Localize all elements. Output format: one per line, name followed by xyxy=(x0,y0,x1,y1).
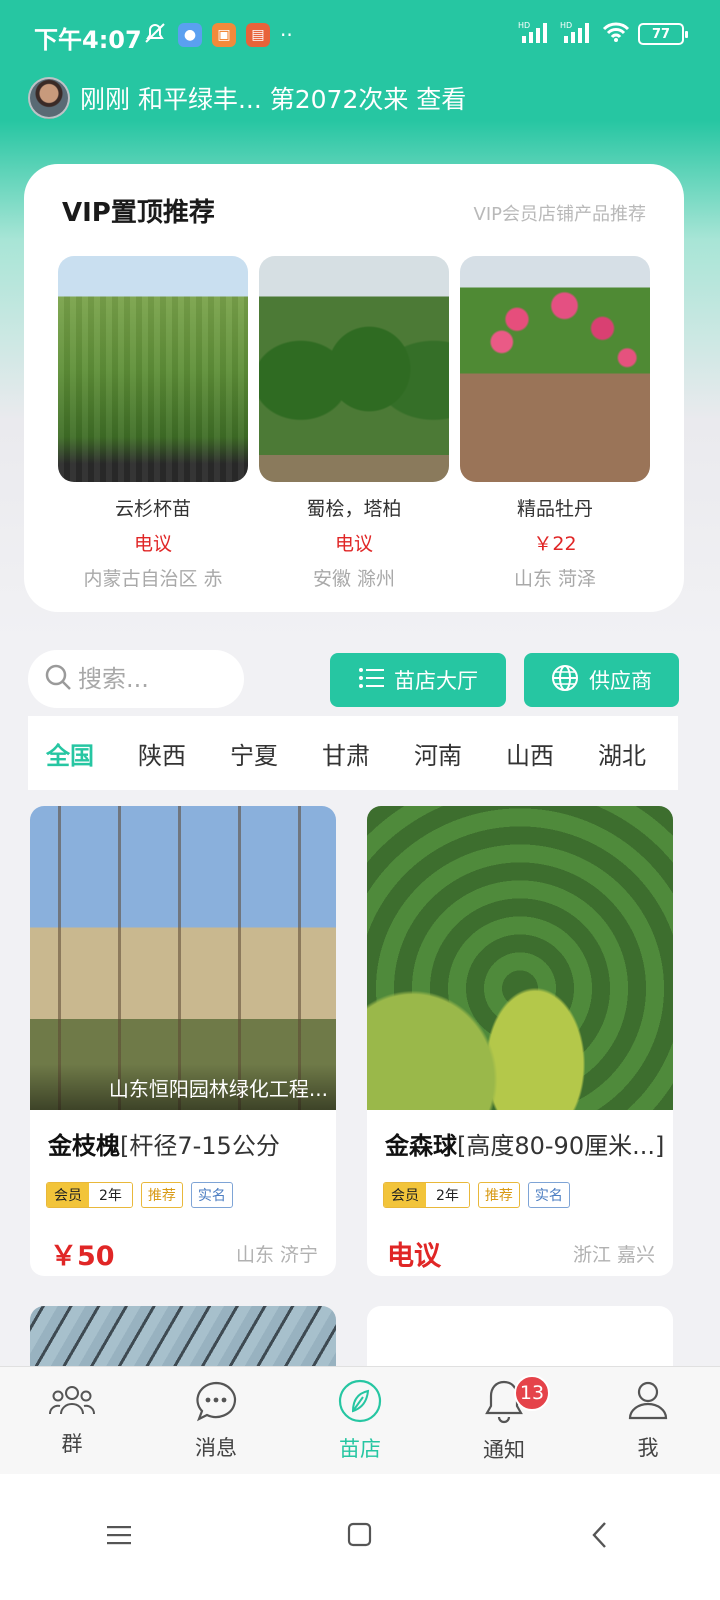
supplier-button[interactable]: 供应商 xyxy=(524,653,679,707)
vip-subtitle[interactable]: VIP会员店铺产品推荐 xyxy=(474,200,646,226)
home-button[interactable] xyxy=(240,1522,480,1552)
status-time: 下午4:07 xyxy=(34,26,142,54)
region-tab[interactable]: 湖北 xyxy=(598,736,646,771)
nav-item-shop[interactable]: 苗店 xyxy=(288,1367,432,1474)
product-image: 山东恒阳园林绿化工程... xyxy=(30,806,336,1110)
leaf-icon xyxy=(338,1379,382,1427)
signal-icon-2: HD xyxy=(560,20,594,48)
visitor-banner[interactable]: 刚刚 和平绿丰... 第2072次来 查看 xyxy=(28,76,466,120)
verified-badge: 实名 xyxy=(190,1182,233,1208)
product-tags: 会员 2年 推荐 实名 xyxy=(383,1182,570,1208)
notification-count-badge: 13 xyxy=(514,1375,550,1411)
product-title: 金枝槐[杆径7-15公分 xyxy=(48,1126,280,1161)
search-icon xyxy=(44,663,72,695)
wifi-icon xyxy=(602,21,630,47)
vip-item-name: 蜀桧，塔柏 xyxy=(306,498,402,520)
back-arrow-icon xyxy=(590,1521,610,1553)
region-tab[interactable]: 甘肃 xyxy=(322,736,370,771)
product-spec: [杆径7-15公分 xyxy=(120,1132,280,1160)
more-dots-icon: ·· xyxy=(280,23,293,47)
region-tab[interactable]: 河南 xyxy=(414,736,462,771)
product-name: 金森球 xyxy=(385,1132,457,1160)
member-badge: 会员 2年 xyxy=(46,1182,133,1208)
product-price: 电议 xyxy=(387,1241,441,1272)
nav-label: 群 xyxy=(61,1431,83,1456)
chat-icon xyxy=(194,1380,238,1426)
product-name: 金枝槐 xyxy=(48,1132,120,1160)
svg-text:HD: HD xyxy=(518,21,530,30)
product-image xyxy=(58,256,248,482)
member-badge: 会员 2年 xyxy=(383,1182,470,1208)
group-icon xyxy=(48,1384,96,1422)
vip-item[interactable]: 精品牡丹 ￥22 山东 菏泽 xyxy=(460,256,650,591)
nav-label: 消息 xyxy=(195,1435,237,1460)
visitor-text: 刚刚 和平绿丰... 第2072次来 查看 xyxy=(80,85,467,114)
menu-icon xyxy=(107,1524,133,1550)
app-notification-icon: ● xyxy=(178,23,202,47)
vip-recommend-card: VIP置顶推荐 VIP会员店铺产品推荐 云杉杯苗 电议 内蒙古自治区 赤 蜀桧，… xyxy=(24,164,684,612)
region-tab[interactable]: 陕西 xyxy=(138,736,186,771)
vip-item-location: 安徽 滁州 xyxy=(312,568,396,590)
list-icon xyxy=(358,667,384,694)
product-tags: 会员 2年 推荐 实名 xyxy=(46,1182,233,1208)
recommend-badge: 推荐 xyxy=(140,1182,183,1208)
status-bar: 下午4:07 ● ▣ ▤ ·· HD HD 77 xyxy=(0,0,720,70)
region-tabs: 全国 陕西 宁夏 甘肃 河南 山西 湖北 重 xyxy=(28,716,678,790)
vip-item[interactable]: 蜀桧，塔柏 电议 安徽 滁州 xyxy=(259,256,449,591)
shop-hall-button[interactable]: 苗店大厅 xyxy=(330,653,506,707)
nav-item-group[interactable]: 群 xyxy=(0,1367,144,1474)
verified-badge: 实名 xyxy=(527,1182,570,1208)
clipboard-notification-icon: ▤ xyxy=(246,23,270,47)
nav-item-messages[interactable]: 消息 xyxy=(144,1367,288,1474)
shop-notification-icon: ▣ xyxy=(212,23,236,47)
recommend-badge: 推荐 xyxy=(477,1182,520,1208)
vip-item-name: 精品牡丹 xyxy=(516,498,593,520)
region-tab[interactable]: 山西 xyxy=(506,736,554,771)
nav-label: 我 xyxy=(637,1435,659,1460)
nav-label: 通知 xyxy=(483,1437,525,1462)
product-card[interactable]: 金森球[高度80-90厘米...] 会员 2年 推荐 实名 电议 浙江 嘉兴 xyxy=(367,806,673,1276)
vip-title: VIP置顶推荐 xyxy=(62,198,215,228)
vip-item-location: 山东 菏泽 xyxy=(513,568,597,590)
product-spec: [高度80-90厘米...] xyxy=(457,1132,665,1160)
vip-item-name: 云杉杯苗 xyxy=(114,498,191,520)
status-system-icons: HD HD 77 xyxy=(518,20,688,48)
back-button[interactable] xyxy=(480,1521,720,1553)
product-location: 浙江 嘉兴 xyxy=(572,1244,655,1266)
vip-item-location: 内蒙古自治区 赤 xyxy=(83,568,223,590)
product-image xyxy=(367,806,673,1110)
system-navigation-bar xyxy=(0,1474,720,1600)
region-tab[interactable]: 全国 xyxy=(46,736,94,771)
shop-hall-label: 苗店大厅 xyxy=(394,669,478,693)
product-title: 金森球[高度80-90厘米...] xyxy=(385,1126,664,1161)
mute-icon xyxy=(142,20,168,50)
vip-item-price: ￥22 xyxy=(533,533,577,555)
home-square-icon xyxy=(347,1522,373,1552)
status-notification-icons: ● ▣ ▤ ·· xyxy=(142,20,293,50)
shop-name-overlay: 山东恒阳园林绿化工程... xyxy=(30,1064,336,1110)
nav-label: 苗店 xyxy=(339,1436,381,1461)
product-image xyxy=(460,256,650,482)
product-image xyxy=(259,256,449,482)
svg-text:HD: HD xyxy=(560,21,572,30)
globe-icon xyxy=(551,664,579,697)
supplier-label: 供应商 xyxy=(589,669,652,693)
avatar xyxy=(28,77,70,119)
vip-item-price: 电议 xyxy=(334,533,373,555)
menu-button[interactable] xyxy=(0,1524,240,1550)
bottom-nav: 群 消息 苗店 通知 13 我 xyxy=(0,1366,720,1474)
signal-icon: HD xyxy=(518,20,552,48)
product-card[interactable]: 山东恒阳园林绿化工程... 金枝槐[杆径7-15公分 会员 2年 推荐 实名 ￥5… xyxy=(30,806,336,1276)
vip-item[interactable]: 云杉杯苗 电议 内蒙古自治区 赤 xyxy=(58,256,248,591)
battery-icon: 77 xyxy=(638,23,688,45)
product-location: 山东 济宁 xyxy=(235,1244,318,1266)
search-input[interactable] xyxy=(78,665,228,693)
nav-item-me[interactable]: 我 xyxy=(576,1367,720,1474)
person-icon xyxy=(626,1380,670,1426)
nav-item-notifications[interactable]: 通知 13 xyxy=(432,1367,576,1474)
region-tab[interactable]: 宁夏 xyxy=(230,736,278,771)
vip-item-price: 电议 xyxy=(133,533,172,555)
search-box[interactable] xyxy=(28,650,244,708)
product-price: ￥50 xyxy=(50,1241,115,1272)
